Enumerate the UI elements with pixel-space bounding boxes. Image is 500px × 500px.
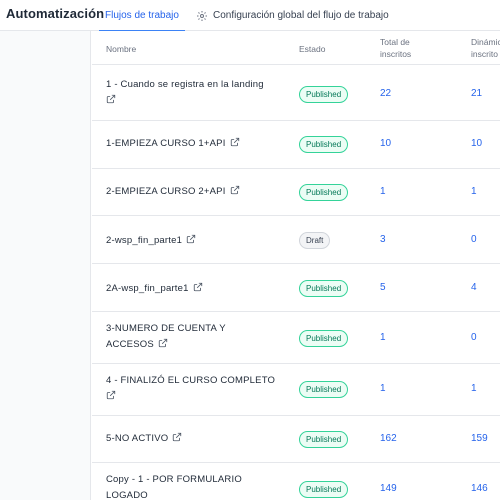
table-header: Nombre Estado Total de inscritos Dinámic… [92,31,500,65]
table-row[interactable]: 5-NO ACTIVO Published 162 159 [92,416,500,463]
column-dynamic-enrolled[interactable]: Dinámic inscrito [471,36,500,60]
column-status[interactable]: Estado [299,43,325,55]
workflow-name-text: 2-wsp_fin_parte1 [106,235,183,246]
external-link-icon[interactable] [230,185,240,195]
external-link-icon[interactable] [172,432,182,442]
column-total-line2: inscritos [380,49,412,59]
dynamic-enrolled[interactable]: 10 [471,138,482,149]
total-enrolled[interactable]: 162 [380,433,397,444]
workflow-name[interactable]: 3-NUMERO DE CUENTA Y ACCESOS [106,321,246,353]
external-link-icon[interactable] [106,390,116,400]
total-enrolled[interactable]: 149 [380,483,397,494]
table-row[interactable]: 3-NUMERO DE CUENTA Y ACCESOS Published 1… [92,312,500,364]
workflow-name[interactable]: 2-wsp_fin_parte1 [106,233,276,249]
column-name[interactable]: Nombre [106,43,136,55]
table-row[interactable]: 2-EMPIEZA CURSO 2+API Published 1 1 [92,169,500,216]
gear-icon [197,10,207,21]
workflow-name-text: 1 - Cuando se registra en la landing [106,79,264,90]
external-link-icon[interactable] [230,137,240,147]
dynamic-enrolled[interactable]: 0 [471,332,477,343]
total-enrolled[interactable]: 10 [380,138,391,149]
status-badge: Published [299,136,349,153]
table-row[interactable]: Copy - 1 - POR FORMULARIO LOGADO Publish… [92,463,500,500]
workflow-name[interactable]: Copy - 1 - POR FORMULARIO LOGADO [106,472,251,500]
workflow-name[interactable]: 2-EMPIEZA CURSO 2+API [106,184,276,200]
table-row[interactable]: 2-wsp_fin_parte1 Draft 3 0 [92,216,500,264]
total-enrolled[interactable]: 1 [380,186,386,197]
table-row[interactable]: 1-EMPIEZA CURSO 1+API Published 10 10 [92,121,500,169]
workflow-name-text: 2-EMPIEZA CURSO 2+API [106,186,226,197]
total-enrolled[interactable]: 22 [380,88,391,99]
workflow-name-text: Copy - 1 - POR FORMULARIO LOGADO [106,474,242,500]
workflow-name-text: 4 - FINALIZÓ EL CURSO COMPLETO [106,375,276,386]
status-badge: Draft [299,232,331,249]
status-badge: Published [299,330,349,347]
workflow-name[interactable]: 4 - FINALIZÓ EL CURSO COMPLETO [106,373,276,405]
workflow-name[interactable]: 1-EMPIEZA CURSO 1+API [106,136,276,152]
status-badge: Published [299,431,349,448]
status-badge: Published [299,280,349,297]
total-enrolled[interactable]: 5 [380,282,386,293]
dynamic-enrolled[interactable]: 0 [471,234,477,245]
workflow-name[interactable]: 5-NO ACTIVO [106,431,276,447]
total-enrolled[interactable]: 1 [380,332,386,343]
app-title: Automatización [6,6,105,21]
external-link-icon[interactable] [158,338,168,348]
column-total-line1: Total de [380,37,410,47]
table-row[interactable]: 4 - FINALIZÓ EL CURSO COMPLETO Published… [92,364,500,416]
workflow-name[interactable]: 1 - Cuando se registra en la landing [106,77,276,109]
dynamic-enrolled[interactable]: 146 [471,483,488,494]
top-bar: Automatización Flujos de trabajo Configu… [0,0,500,32]
dynamic-enrolled[interactable]: 4 [471,282,477,293]
workflow-name-text: 5-NO ACTIVO [106,433,169,444]
column-dynamic-line2: inscrito [471,49,498,59]
status-badge: Published [299,481,349,498]
external-link-icon[interactable] [193,282,203,292]
dynamic-enrolled[interactable]: 1 [471,383,477,394]
sidebar [0,31,91,500]
dynamic-enrolled[interactable]: 159 [471,433,488,444]
status-badge: Published [299,184,349,201]
status-badge: Published [299,86,349,103]
tab-global-settings-label: Configuración global del flujo de trabaj… [213,10,389,21]
column-total-enrolled[interactable]: Total de inscritos [380,36,411,60]
status-badge: Published [299,381,349,398]
total-enrolled[interactable]: 1 [380,383,386,394]
table-row[interactable]: 1 - Cuando se registra en la landing Pub… [92,66,500,121]
total-enrolled[interactable]: 3 [380,234,386,245]
tab-global-settings[interactable]: Configuración global del flujo de trabaj… [196,0,389,31]
dynamic-enrolled[interactable]: 1 [471,186,477,197]
table-row[interactable]: 2A-wsp_fin_parte1 Published 5 4 [92,264,500,312]
tab-workflows[interactable]: Flujos de trabajo [99,0,185,32]
dynamic-enrolled[interactable]: 21 [471,88,482,99]
column-dynamic-line1: Dinámic [471,37,500,47]
tab-workflows-label: Flujos de trabajo [105,10,179,21]
workflow-name-text: 2A-wsp_fin_parte1 [106,283,189,294]
workflow-name[interactable]: 2A-wsp_fin_parte1 [106,281,276,297]
external-link-icon[interactable] [106,94,116,104]
external-link-icon[interactable] [186,234,196,244]
workflow-name-text: 1-EMPIEZA CURSO 1+API [106,138,226,149]
